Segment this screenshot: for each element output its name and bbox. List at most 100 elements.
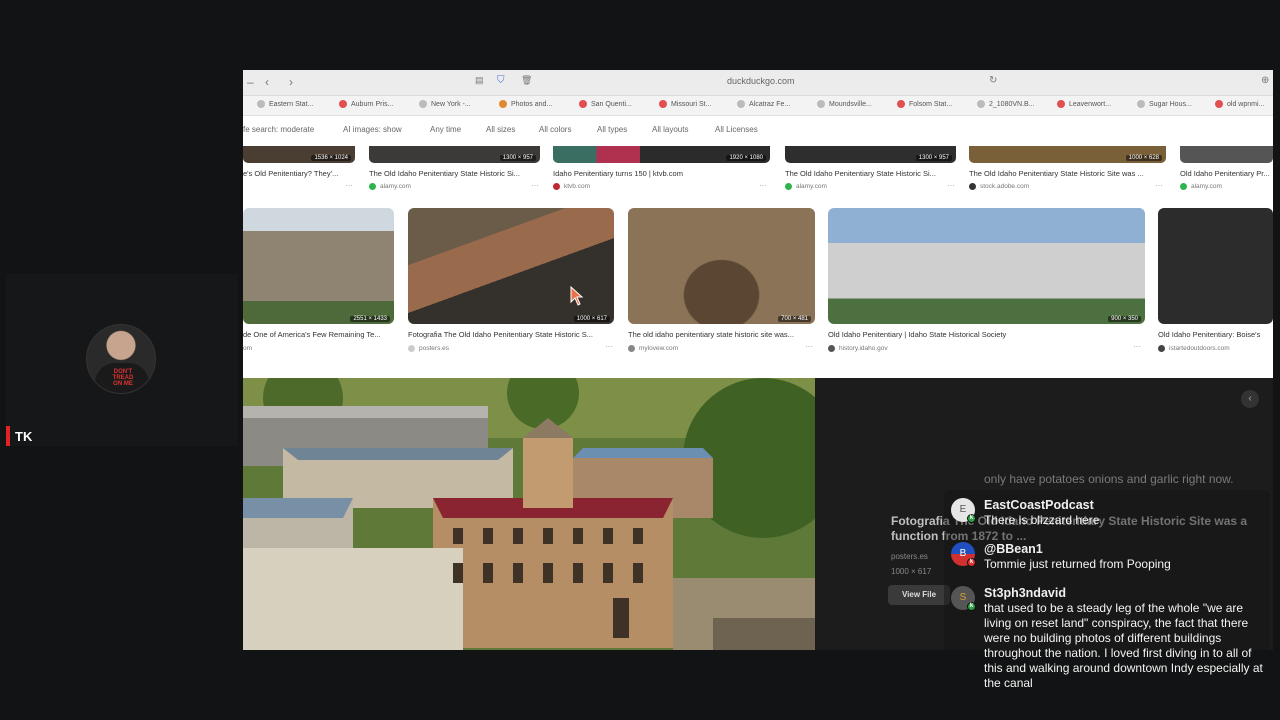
reload-icon[interactable]: ↻ [989, 75, 997, 86]
more-options-icon[interactable]: ··· [1155, 181, 1163, 190]
search-filters: fe search: moderate AI images: show Any … [243, 120, 1273, 140]
bookmarks-bar: Eastern Stat... Auburn Pris... New York … [243, 96, 1273, 116]
chat-text: There is blizzard here [984, 513, 1100, 527]
adobe-icon [969, 183, 976, 190]
layout-filter[interactable]: All layouts [652, 125, 688, 134]
previous-image-button[interactable]: ‹ [1241, 390, 1259, 408]
bookmark-item[interactable]: Auburn Pris... [339, 100, 393, 108]
window-controls-icon[interactable]: ‒ [247, 75, 254, 89]
more-options-icon[interactable]: ··· [1133, 342, 1141, 351]
result-caption[interactable]: Old Idaho Penitentiary Pr... [1180, 169, 1273, 178]
result-caption[interactable]: Fotografia The Old Idaho Penitentiary St… [408, 330, 614, 339]
forward-arrow-icon[interactable]: › [289, 75, 293, 89]
size-filter[interactable]: All sizes [486, 125, 515, 134]
site-icon [828, 345, 835, 352]
result-caption[interactable]: Old Idaho Penitentiary: Boise's [1158, 330, 1273, 339]
browser-toolbar: ‒ ‹ › ▤ ⛉ 🗑 duckduckgo.com ↻ ⊕ [243, 70, 1273, 96]
bookmark-item[interactable]: Missouri St... [659, 100, 711, 108]
shirt-text: DON'T TREAD ON ME [112, 369, 134, 387]
result-caption[interactable]: de One of America's Few Remaining Te... [243, 330, 391, 339]
bookmark-item[interactable]: Sugar Hous... [1137, 100, 1192, 108]
bookmark-item[interactable]: San Quenti... [579, 100, 632, 108]
image-result[interactable]: 900 × 350 [828, 208, 1145, 324]
result-caption[interactable]: The Old Idaho Penitentiary State Histori… [785, 169, 955, 178]
site-icon [1158, 345, 1165, 352]
bookmark-item[interactable]: 2_1080VN.B... [977, 100, 1035, 108]
ktvb-icon [553, 183, 560, 190]
detail-dimensions: 1000 × 617 [891, 567, 932, 576]
bookmark-item[interactable]: Eastern Stat... [257, 100, 313, 108]
image-result[interactable]: 2551 × 1433 [243, 208, 394, 324]
cursor-icon [570, 286, 584, 306]
chat-message: S k St3ph3ndavid that used to be a stead… [951, 586, 1269, 696]
bookmark-item[interactable]: Photos and... [499, 100, 552, 108]
site-icon [628, 345, 635, 352]
image-result[interactable]: 1300 × 957 [785, 146, 956, 163]
verified-badge-icon: k [967, 514, 976, 523]
bookmark-item[interactable]: old wpnmi... [1215, 100, 1264, 108]
result-caption[interactable]: The Old Idaho Penitentiary State Histori… [969, 169, 1165, 178]
bookmark-item[interactable]: New York -... [419, 100, 471, 108]
bookmark-item[interactable]: Moundsville... [817, 100, 872, 108]
image-result[interactable] [1180, 146, 1273, 163]
meeting-stage: DON'T TREAD ON ME TK ‒ ‹ › ▤ ⛉ 🗑 duckduc… [0, 0, 1280, 720]
result-source: alamy.com [1180, 183, 1222, 190]
ai-images-filter[interactable]: AI images: show [343, 125, 402, 134]
verified-badge-icon: k [967, 602, 976, 611]
time-filter[interactable]: Any time [430, 125, 461, 134]
result-source: stock.adobe.com [969, 183, 1029, 190]
alamy-icon [1180, 183, 1187, 190]
alamy-icon [785, 183, 792, 190]
more-options-icon[interactable]: ··· [947, 181, 955, 190]
avatar-shirt: DON'T TREAD ON ME [95, 363, 149, 393]
shield-icon[interactable]: ⛉ [497, 75, 505, 86]
reader-icon[interactable]: ▤ [475, 75, 484, 86]
color-filter[interactable]: All colors [539, 125, 571, 134]
more-options-icon[interactable]: ··· [531, 181, 539, 190]
more-options-icon[interactable]: ··· [805, 342, 813, 351]
result-source: ktvb.com [553, 183, 590, 190]
view-file-button[interactable]: View File [888, 585, 950, 605]
back-arrow-icon[interactable]: ‹ [265, 75, 269, 89]
result-caption[interactable]: e's Old Penitentiary? They'... [243, 169, 351, 178]
more-options-icon[interactable]: ··· [759, 181, 767, 190]
result-source: istartedoutdoors.com [1158, 345, 1230, 352]
participant-tile[interactable]: DON'T TREAD ON ME TK [6, 274, 238, 446]
chat-message: E k EastCoastPodcast There is blizzard h… [951, 498, 1269, 538]
detail-image[interactable] [243, 378, 815, 650]
result-caption[interactable]: Idaho Penitentiary turns 150 | ktvb.com [553, 169, 763, 178]
image-result[interactable] [1158, 208, 1273, 324]
downloads-icon[interactable]: ⊕ [1261, 75, 1269, 86]
result-source: posters.es [408, 345, 449, 352]
result-source: alamy.com [785, 183, 827, 190]
image-result[interactable]: 1920 × 1080 [553, 146, 770, 163]
speaking-indicator [6, 426, 10, 446]
image-results-row-1: 1536 × 1024 1300 × 957 1920 × 1080 1300 … [243, 146, 1273, 194]
site-icon [408, 345, 415, 352]
result-source: alamy.com [369, 183, 411, 190]
result-caption[interactable]: Old Idaho Penitentiary | Idaho State His… [828, 330, 1145, 339]
detail-source[interactable]: posters.es [891, 552, 928, 561]
address-bar[interactable]: duckduckgo.com [727, 76, 795, 86]
result-caption[interactable]: The old idaho penitentiary state histori… [628, 330, 814, 339]
safe-search-filter[interactable]: fe search: moderate [243, 125, 314, 134]
image-result[interactable]: 1000 × 628 [969, 146, 1166, 163]
trash-icon[interactable]: 🗑 [521, 75, 532, 86]
participant-name-tag: TK [6, 426, 32, 446]
more-options-icon[interactable]: ··· [345, 181, 353, 190]
license-filter[interactable]: All Licenses [715, 125, 758, 134]
result-caption[interactable]: The Old Idaho Penitentiary State Histori… [369, 169, 539, 178]
result-source: om [243, 345, 253, 352]
image-result[interactable]: 1536 × 1024 [243, 146, 355, 163]
type-filter[interactable]: All types [597, 125, 627, 134]
image-result[interactable]: 1300 × 957 [369, 146, 540, 163]
image-result[interactable]: 1000 × 617 [408, 208, 614, 324]
bookmark-item[interactable]: Folsom Stat... [897, 100, 952, 108]
chat-text: that used to be a steady leg of the whol… [984, 601, 1263, 690]
more-options-icon[interactable]: ··· [605, 342, 613, 351]
participant-name: TK [15, 428, 33, 444]
bookmark-item[interactable]: Alcatraz Fe... [737, 100, 790, 108]
chat-username: EastCoastPodcast [984, 498, 1094, 512]
image-result[interactable]: 700 × 481 [628, 208, 815, 324]
bookmark-item[interactable]: Leavenwort... [1057, 100, 1111, 108]
